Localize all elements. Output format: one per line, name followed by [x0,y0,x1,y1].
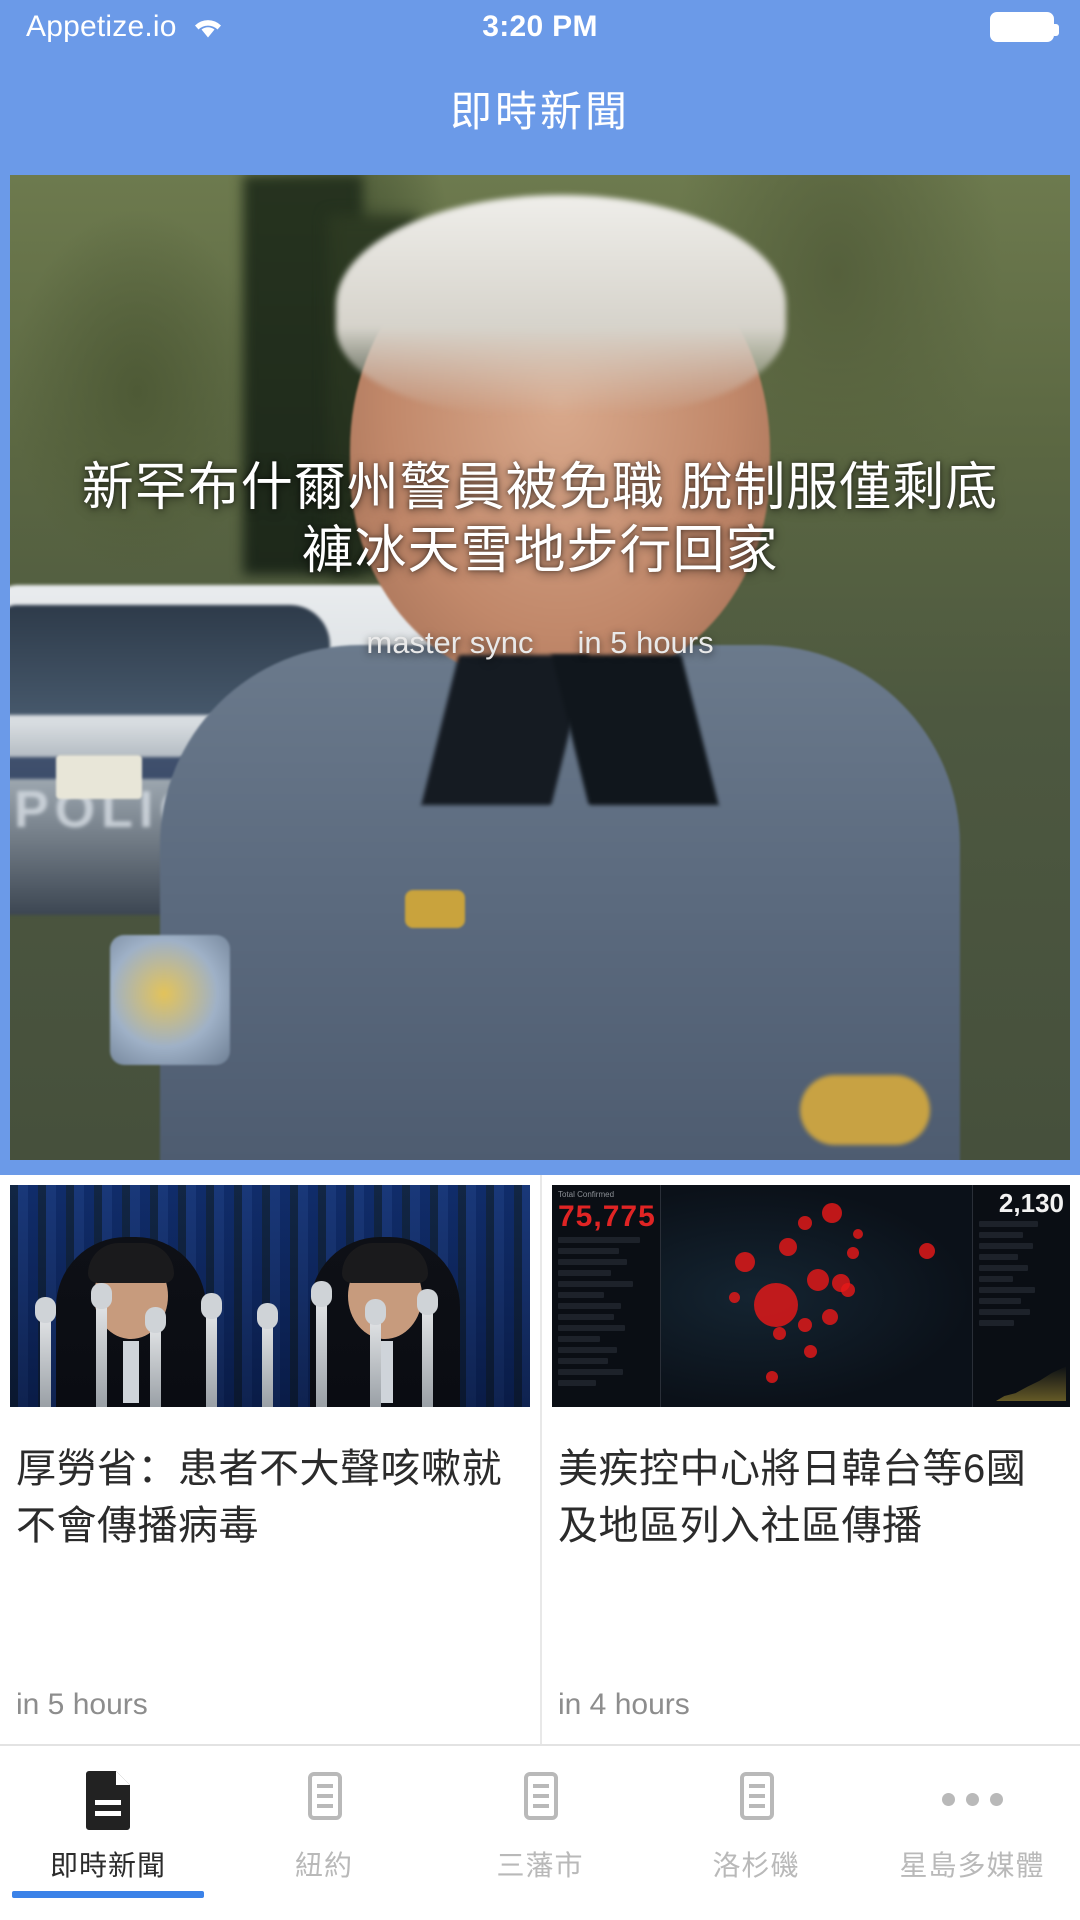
news-app-screen: Appetize.io 3:20 PM 即時新聞 POLICE 新罕布什爾州警員… [0,0,1080,1920]
story-card[interactable]: Total Confirmed 75,775 2,130 美疾控中心將日韓台等6… [540,1175,1080,1744]
status-bar-right [990,12,1059,42]
carrier-label: Appetize.io [26,10,177,43]
story-card-title: 美疾控中心將日韓台等6國及地區列入社區傳播 [558,1447,1027,1548]
page-title: 即時新聞 [449,87,630,135]
story-card-row: 厚勞省：患者不大聲咳嗽就不會傳播病毒 in 5 hours Total Conf… [0,1175,1080,1744]
tab-los-angeles[interactable]: 洛杉磯 [648,1746,864,1920]
story-card[interactable]: 厚勞省：患者不大聲咳嗽就不會傳播病毒 in 5 hours [0,1175,540,1744]
story-card-title: 厚勞省：患者不大聲咳嗽就不會傳播病毒 [16,1447,502,1548]
status-bar: Appetize.io 3:20 PM [0,0,1080,54]
hero-story-wrapper: POLICE 新罕布什爾州警員被免職 脫制服僅剩底褲冰天雪地步行回家 maste… [0,162,1080,1175]
document-outline-icon [297,1768,351,1830]
battery-icon [990,12,1059,42]
document-outline-icon [729,1768,783,1830]
tab-label: 三藩市 [496,1850,584,1881]
tab-label: 即時新聞 [49,1850,166,1881]
hero-story-card[interactable]: POLICE 新罕布什爾州警員被免職 脫制服僅剩底褲冰天雪地步行回家 maste… [10,175,1070,1160]
ellipsis-icon [941,1768,1003,1830]
status-bar-left: Appetize.io [26,10,225,44]
tab-more[interactable]: 星島多媒體 [864,1746,1080,1920]
story-thumbnail-press-conference [10,1185,530,1407]
wifi-icon [191,14,225,40]
tab-label: 星島多媒體 [899,1850,1045,1881]
dashboard-total-confirmed: 75,775 [558,1200,656,1233]
dashboard-total-deaths: 2,130 [998,1188,1064,1218]
hero-meta: master sync in 5 hours [10,625,1070,661]
hero-photo: POLICE [10,175,1070,1160]
tab-label: 紐約 [294,1850,353,1881]
document-outline-icon [513,1768,567,1830]
navigation-bar: 即時新聞 [0,54,1080,162]
tab-breaking-news[interactable]: 即時新聞 [0,1746,216,1920]
document-filled-icon [81,1768,135,1830]
hero-source-label: master sync [366,625,534,660]
story-card-time: in 5 hours [16,1688,148,1721]
tab-label: 洛杉磯 [712,1850,800,1881]
story-thumbnail-covid-dashboard: Total Confirmed 75,775 2,130 [552,1185,1070,1407]
hero-time-label: in 5 hours [577,625,714,660]
tab-new-york[interactable]: 紐約 [216,1746,432,1920]
tab-san-francisco[interactable]: 三藩市 [432,1746,648,1920]
bottom-tab-bar: 即時新聞 紐約 三藩市 洛杉磯 星島多媒體 [0,1744,1080,1920]
hero-headline: 新罕布什爾州警員被免職 脫制服僅剩底褲冰天雪地步行回家 [81,459,999,581]
story-card-time: in 4 hours [558,1688,690,1721]
